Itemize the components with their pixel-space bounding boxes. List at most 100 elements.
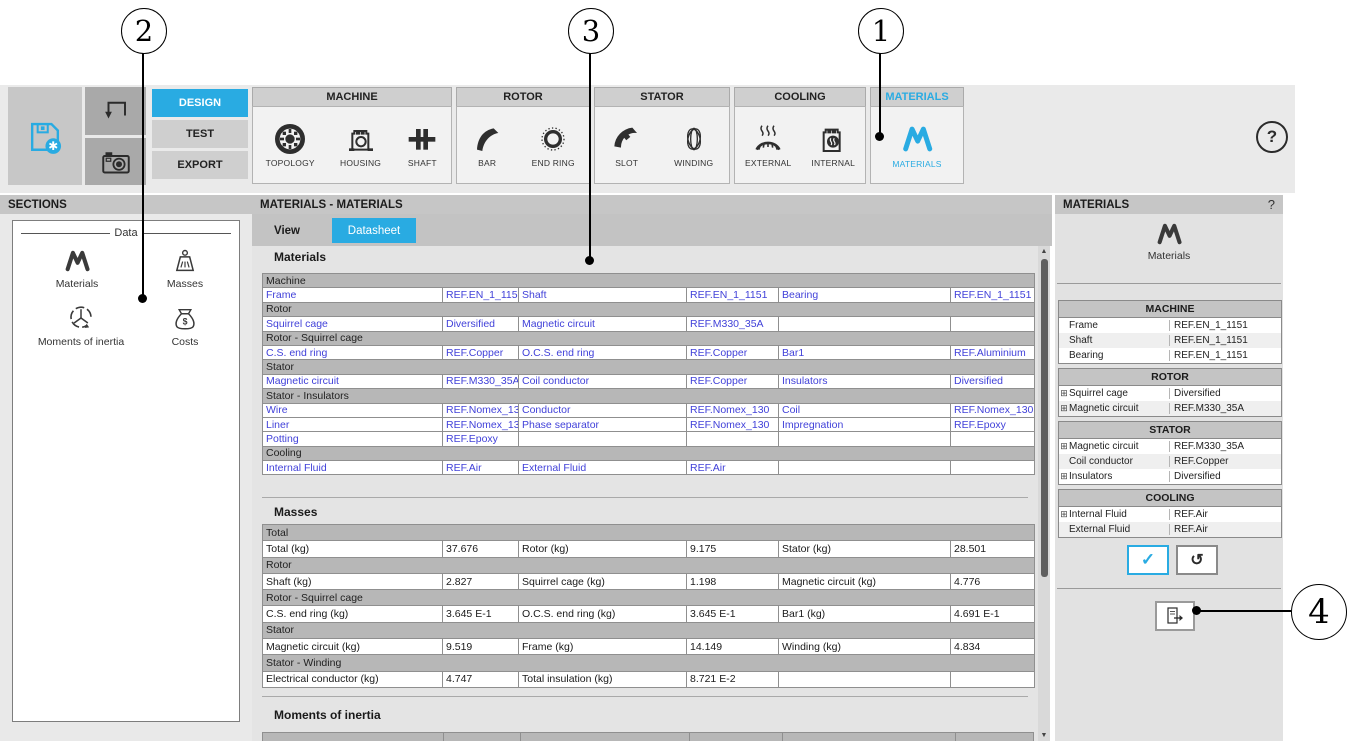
panel-help-icon[interactable]: ? (1268, 197, 1275, 212)
cell[interactable]: Wire (263, 403, 443, 417)
scroll-down-icon[interactable]: ▼ (1038, 730, 1050, 741)
cell: 4.834 (951, 639, 1035, 655)
snapshot-button[interactable] (85, 138, 146, 185)
cell[interactable]: REF.EN_1_1151 (443, 288, 519, 302)
cell[interactable]: REF.Air (687, 461, 779, 475)
cell (779, 432, 951, 446)
cell[interactable]: Conductor (519, 403, 687, 417)
cell[interactable]: Internal Fluid (263, 461, 443, 475)
cell[interactable]: REF.EN_1_1151 (951, 288, 1035, 302)
reset-button[interactable]: ↺ (1176, 545, 1218, 575)
tab-design[interactable]: DESIGN (152, 89, 248, 117)
scrollbar-thumb[interactable] (1041, 259, 1048, 577)
cell[interactable]: Insulators (779, 374, 951, 388)
materials-section-label: Materials (56, 278, 99, 290)
table-row: Stator (263, 622, 1035, 638)
cell[interactable]: Diversified (443, 317, 519, 331)
tab-export[interactable]: EXPORT (152, 151, 248, 179)
cell[interactable]: REF.Nomex_130 (443, 403, 519, 417)
bar-button[interactable]: BAR (467, 107, 507, 183)
external-cooling-button[interactable]: EXTERNAL (741, 107, 795, 183)
materials-button[interactable]: MATERIALS (888, 107, 945, 183)
panel-row-label: Magnetic circuit (1069, 441, 1169, 452)
help-icon[interactable]: ? (1256, 121, 1288, 153)
tab-view[interactable]: View (252, 218, 322, 243)
callout-1: 1 (858, 8, 904, 54)
apply-button[interactable]: ✓ (1127, 545, 1169, 575)
sidebar-item-costs[interactable]: $ Costs (139, 305, 231, 348)
cell[interactable]: Coil conductor (519, 374, 687, 388)
cell: 37.676 (443, 541, 519, 557)
cell[interactable]: Liner (263, 417, 443, 431)
cell[interactable]: Phase separator (519, 417, 687, 431)
winding-label: WINDING (674, 158, 713, 168)
winding-button[interactable]: WINDING (670, 107, 717, 183)
cell[interactable]: REF.Air (443, 461, 519, 475)
cell: 2.827 (443, 573, 519, 589)
tab-datasheet[interactable]: Datasheet (332, 218, 416, 243)
topology-button[interactable]: TOPOLOGY (262, 107, 319, 183)
scroll-up-icon[interactable]: ▲ (1038, 246, 1050, 257)
export-icon (1164, 606, 1186, 626)
panel-row-label: Coil conductor (1069, 456, 1169, 467)
cell[interactable]: REF.Epoxy (443, 432, 519, 446)
internal-cooling-button[interactable]: INTERNAL (807, 107, 859, 183)
panel-row-value: Diversified (1169, 471, 1281, 482)
cell[interactable]: REF.M330_35A (687, 317, 779, 331)
cell[interactable]: REF.Nomex_130 (443, 417, 519, 431)
endring-button[interactable]: END RING (528, 107, 579, 183)
export-button[interactable] (1155, 601, 1195, 631)
tab-test[interactable]: TEST (152, 120, 248, 148)
cell[interactable]: REF.M330_35A (443, 374, 519, 388)
shaft-button[interactable]: SHAFT (402, 107, 442, 183)
cell[interactable]: REF.Nomex_130 (687, 417, 779, 431)
expand-icon[interactable]: ⊞ (1059, 471, 1069, 482)
group-rotor-title: ROTOR (456, 87, 590, 106)
expand-icon[interactable]: ⊞ (1059, 441, 1069, 452)
sidebar-item-materials[interactable]: Materials (31, 247, 123, 290)
cell[interactable]: Diversified (951, 374, 1035, 388)
cell[interactable]: External Fluid (519, 461, 687, 475)
cell[interactable]: Bearing (779, 288, 951, 302)
cell[interactable]: Magnetic circuit (263, 374, 443, 388)
cell[interactable]: Bar1 (779, 345, 951, 359)
cell[interactable]: REF.Copper (443, 345, 519, 359)
cell (951, 317, 1035, 331)
expand-icon[interactable]: ⊞ (1059, 403, 1069, 414)
cell[interactable]: REF.Epoxy (951, 417, 1035, 431)
cell[interactable]: Magnetic circuit (519, 317, 687, 331)
bar-label: BAR (478, 158, 496, 168)
cell[interactable]: Squirrel cage (263, 317, 443, 331)
cell[interactable]: REF.Nomex_130 (687, 403, 779, 417)
sidebar-item-moments-of-inertia[interactable]: Moments of inertia (19, 303, 143, 348)
slot-label: SLOT (615, 158, 638, 168)
main-scrollbar[interactable]: ▲ ▼ (1038, 246, 1050, 741)
callout-2-line (142, 52, 144, 298)
housing-button[interactable]: HOUSING (336, 107, 385, 183)
panel-row-label: Shaft (1069, 335, 1169, 346)
panel-row: FrameREF.EN_1_1151 (1059, 318, 1281, 333)
cell[interactable]: REF.Copper (687, 345, 779, 359)
cell[interactable]: O.C.S. end ring (519, 345, 687, 359)
undo-button[interactable] (85, 87, 146, 135)
panel-row-label: Insulators (1069, 471, 1169, 482)
sidebar-item-masses[interactable]: Masses (139, 247, 231, 290)
cell[interactable]: REF.Nomex_130 (951, 403, 1035, 417)
panel-row-label: Frame (1069, 320, 1169, 331)
save-icon: ✱ (23, 114, 67, 158)
cell[interactable]: C.S. end ring (263, 345, 443, 359)
slot-button[interactable]: SLOT (607, 107, 647, 183)
cell[interactable]: REF.Aluminium (951, 345, 1035, 359)
cell[interactable]: REF.EN_1_1151 (687, 288, 779, 302)
expand-icon[interactable]: ⊞ (1059, 509, 1069, 520)
save-button[interactable]: ✱ (8, 87, 82, 185)
materials-panel: Materials MACHINEFrameREF.EN_1_1151Shaft… (1055, 214, 1283, 741)
cell[interactable]: Potting (263, 432, 443, 446)
cell[interactable]: REF.Copper (687, 374, 779, 388)
cell[interactable]: Frame (263, 288, 443, 302)
cell[interactable]: Impregnation (779, 417, 951, 431)
cell[interactable]: Shaft (519, 288, 687, 302)
expand-icon[interactable]: ⊞ (1059, 388, 1069, 399)
cell[interactable]: Coil (779, 403, 951, 417)
panel-icon-label: Materials (1148, 250, 1191, 262)
